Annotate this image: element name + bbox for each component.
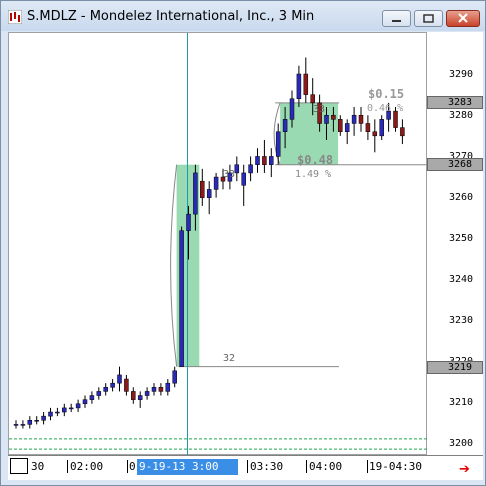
candle-body: [137, 395, 143, 400]
candle-body: [351, 114, 357, 124]
candle-body: [110, 382, 115, 388]
title-bar[interactable]: S.MDLZ - Mondelez International, Inc., 3…: [1, 1, 485, 31]
candle-body: [48, 411, 53, 417]
app-icon: [8, 10, 22, 24]
candle-body: [172, 370, 177, 384]
price-tick: 3290: [449, 69, 474, 80]
chart-plot-area[interactable]: [8, 32, 428, 456]
candle-body: [234, 164, 240, 174]
window-title: S.MDLZ - Mondelez International, Inc., 3…: [27, 9, 315, 24]
move-percent: 1.49 %: [295, 169, 332, 180]
maximize-button[interactable]: [414, 10, 443, 27]
candle-body: [262, 156, 267, 165]
candle-body: [255, 156, 260, 165]
right-move-percent: 0.46 %: [367, 103, 404, 114]
candle-body: [213, 176, 219, 190]
candle-body: [303, 73, 309, 95]
candle-body: [331, 114, 336, 120]
candle-body: [55, 411, 60, 414]
time-label: 04:00: [309, 460, 343, 473]
time-label: 30: [31, 460, 45, 473]
candle-body: [151, 387, 157, 392]
candle-body: [68, 407, 74, 410]
candle-body: [165, 382, 171, 392]
candle-body: [338, 119, 343, 132]
candle-body: [400, 127, 405, 137]
candle-body: [179, 230, 184, 367]
time-separator: [247, 460, 248, 473]
time-axis-box[interactable]: [10, 458, 28, 474]
price-tick: 3200: [449, 438, 474, 449]
time-separator: [367, 460, 368, 473]
candle-body: [96, 391, 102, 396]
move-bracket: [170, 164, 178, 367]
candle-body: [89, 395, 95, 400]
candle-body: [144, 391, 150, 396]
move-label-mid-2: 33: [313, 104, 326, 115]
candle-body: [372, 131, 378, 137]
candle-body: [27, 420, 33, 425]
candle-body: [379, 119, 384, 137]
price-marker-3268: 3268: [427, 158, 483, 171]
candle-body: [131, 391, 136, 400]
candle-body: [358, 114, 364, 124]
time-label: 0: [129, 460, 136, 473]
candle-body: [193, 172, 198, 215]
price-marker-3283: 3283: [427, 96, 483, 109]
candle-body: [289, 98, 295, 120]
price-tick: 3260: [449, 192, 474, 203]
move-value: $0.48: [297, 153, 334, 167]
price-tick: 3210: [449, 397, 474, 408]
time-crosshair-label: 9-19-13 3:00: [137, 459, 238, 475]
minimize-button[interactable]: [382, 10, 411, 27]
candle-body: [20, 424, 26, 426]
right-move-value: $0.15: [368, 87, 405, 101]
candle-body: [241, 172, 246, 186]
time-label: 02:00: [70, 460, 104, 473]
candle-body: [103, 387, 108, 392]
time-separator: [127, 460, 128, 473]
candle-body: [186, 213, 191, 231]
candle-body: [117, 374, 122, 384]
candle-body: [310, 94, 315, 104]
candle-body: [275, 131, 281, 157]
price-tick: 3230: [449, 315, 474, 326]
price-tick: 3250: [449, 233, 474, 244]
move-label-mid: 33: [223, 169, 236, 180]
candle-body: [200, 180, 205, 198]
candle-body: [158, 387, 164, 392]
close-button[interactable]: [446, 10, 480, 27]
candle-body: [41, 415, 46, 421]
candle-body: [13, 424, 19, 426]
candle-body: [282, 119, 288, 132]
candle-body: [296, 73, 302, 99]
time-separator: [67, 460, 68, 473]
candle-body: [124, 378, 129, 392]
candlestick-chart[interactable]: [9, 33, 428, 456]
close-icon: [458, 13, 468, 23]
candle-body: [324, 114, 329, 124]
candle-body: [248, 164, 253, 174]
candle-body: [82, 399, 88, 405]
time-label: 03:30: [250, 460, 284, 473]
candle-body: [34, 420, 39, 422]
maximize-icon: [423, 14, 434, 23]
move-label-start: 32: [223, 353, 236, 364]
candle-body: [269, 156, 274, 165]
candle-body: [62, 407, 67, 413]
price-tick: 3240: [449, 274, 474, 285]
candle-body: [75, 403, 81, 409]
scroll-right-arrow-icon[interactable]: ➔: [459, 462, 470, 477]
minimize-icon: [392, 20, 401, 22]
price-tick: 3280: [449, 110, 474, 121]
price-marker-3219: 3219: [427, 361, 483, 374]
time-separator: [306, 460, 307, 473]
candle-body: [344, 123, 350, 132]
chart-window: S.MDLZ - Mondelez International, Inc., 3…: [0, 0, 486, 486]
candle-body: [365, 123, 371, 132]
time-label: 19-04:30: [369, 460, 422, 473]
candle-body: [206, 189, 212, 198]
